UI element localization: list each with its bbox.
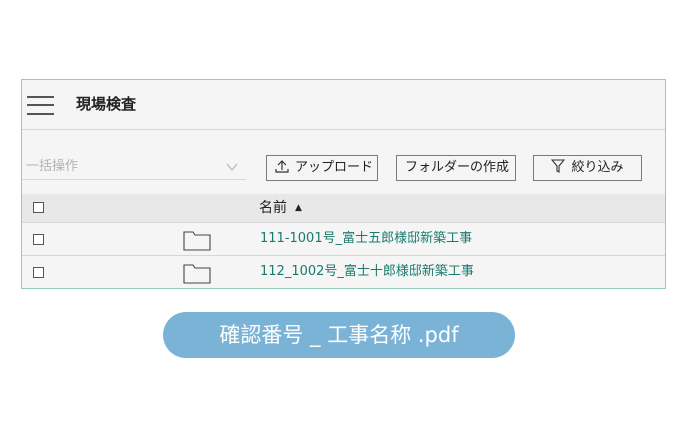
filter-label: 絞り込み [571, 160, 624, 175]
hamburger-icon[interactable] [27, 96, 54, 116]
folder-name-link[interactable]: 112_1002号_富士十郎様邸新築工事 [260, 264, 474, 280]
row-checkbox[interactable] [33, 234, 44, 245]
toolbar: 一括操作 アップロード フォルダーの作成 絞り込み [22, 154, 665, 184]
sort-ascending-icon: ▲ [295, 203, 302, 213]
page-title: 現場検査 [76, 95, 137, 113]
select-all-checkbox[interactable] [33, 202, 44, 213]
create-folder-label: フォルダーの作成 [405, 160, 510, 175]
page-header: 現場検査 [22, 80, 665, 130]
upload-icon [275, 160, 289, 173]
bulk-action-select[interactable]: 一括操作 [22, 156, 246, 180]
upload-label: アップロード [295, 160, 374, 175]
folder-icon [183, 264, 211, 284]
folder-icon [183, 231, 211, 251]
file-list-panel: 現場検査 一括操作 アップロード フォルダーの作成 絞り込み 名前 ▲ 111-… [21, 79, 666, 289]
filter-button[interactable]: 絞り込み [533, 155, 642, 181]
row-checkbox[interactable] [33, 267, 44, 278]
upload-button[interactable]: アップロード [266, 155, 378, 181]
filter-icon [551, 159, 566, 173]
chevron-down-icon [226, 163, 238, 171]
folder-name-link[interactable]: 111-1001号_富士五郎様邸新築工事 [260, 231, 472, 247]
column-name-label: 名前 [259, 200, 287, 216]
filename-format-caption: 確認番号 _ 工事名称 .pdf [163, 312, 515, 358]
column-header-name[interactable]: 名前 ▲ [259, 199, 302, 217]
create-folder-button[interactable]: フォルダーの作成 [396, 155, 516, 181]
table-header: 名前 ▲ [22, 194, 665, 223]
table-row[interactable]: 111-1001号_富士五郎様邸新築工事 [22, 223, 665, 256]
table-row[interactable]: 112_1002号_富士十郎様邸新築工事 [22, 256, 665, 289]
bulk-action-placeholder: 一括操作 [26, 159, 79, 174]
